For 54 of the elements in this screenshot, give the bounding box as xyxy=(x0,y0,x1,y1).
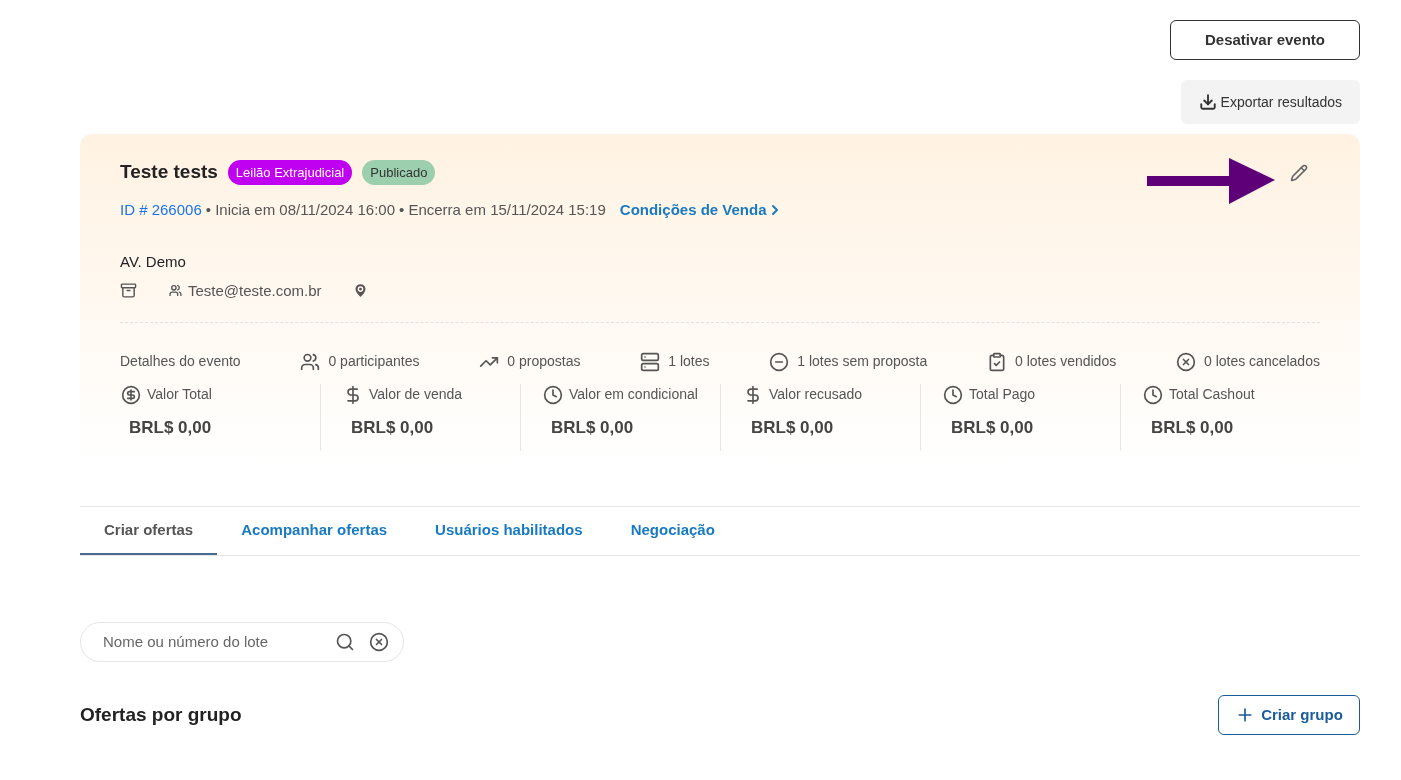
stat-label: 0 propostas xyxy=(507,352,581,371)
clear-icon[interactable] xyxy=(369,632,389,652)
event-id: ID # 266006 xyxy=(120,199,202,220)
stat-label: 1 lotes xyxy=(668,352,710,371)
arrow-icon xyxy=(1147,158,1275,204)
stat-label: 0 lotes cancelados xyxy=(1203,352,1320,371)
stack-icon xyxy=(640,351,661,372)
tab[interactable]: Negociação xyxy=(606,507,739,555)
stat-label: 0 participantes xyxy=(328,352,420,371)
location-name: AV. Demo xyxy=(120,252,186,272)
download-icon xyxy=(1198,93,1217,111)
status-tag: Publicado xyxy=(362,159,436,185)
total-label: Valor Total xyxy=(147,385,212,404)
total-label: Valor recusado xyxy=(769,385,863,404)
clipboard-check-icon xyxy=(987,351,1007,372)
section-title: Ofertas por grupo xyxy=(80,702,242,727)
total-label: Total Cashout xyxy=(1169,385,1255,404)
clock-icon xyxy=(543,384,563,405)
stat-label: 1 lotes sem proposta xyxy=(797,352,928,371)
clock-icon xyxy=(943,384,963,405)
deactivate-button[interactable]: Desativar evento xyxy=(1170,20,1360,60)
total-label: Total Pago xyxy=(969,385,1036,404)
tab[interactable]: Criar ofertas xyxy=(80,507,218,555)
total-value: BRL$ 0,00 xyxy=(128,417,213,439)
contact-email: Teste@teste.com.br xyxy=(188,280,322,301)
people-icon xyxy=(169,284,182,298)
total-value: BRL$ 0,00 xyxy=(750,417,835,439)
status-tag: Leilão Extrajudicial xyxy=(227,159,353,185)
total-value: BRL$ 0,00 xyxy=(950,417,1035,439)
conditions-link[interactable]: Condições de Venda xyxy=(619,198,783,221)
stat-label: 0 lotes vendidos xyxy=(1015,352,1117,371)
start-date: • Inicia em 08/11/2024 16:00 xyxy=(205,199,395,220)
close-circle-icon xyxy=(1175,351,1196,372)
details-label: Detalhes do evento xyxy=(120,352,241,371)
dollar-circle-icon xyxy=(121,384,141,405)
total-value: BRL$ 0,00 xyxy=(1150,417,1235,439)
minus-circle-icon xyxy=(769,351,790,372)
total-value: BRL$ 0,00 xyxy=(350,417,435,439)
event-title: Teste tests xyxy=(120,160,218,184)
clock-icon xyxy=(1143,384,1163,405)
search-field[interactable]: Nome ou número do lote xyxy=(103,630,335,654)
end-date: • Encerra em 15/11/2024 15:19 xyxy=(399,199,606,220)
total-label: Valor em condicional xyxy=(569,385,698,404)
export-button[interactable]: Exportar resultados xyxy=(1180,80,1360,124)
search-icon[interactable] xyxy=(335,632,355,652)
map-pin-icon xyxy=(351,282,369,300)
total-label: Valor de venda xyxy=(369,385,463,404)
people-icon xyxy=(300,351,321,372)
tab[interactable]: Usuários habilitados xyxy=(411,507,607,555)
tab[interactable]: Acompanhar ofertas xyxy=(217,507,412,555)
create-group-button[interactable]: Criar grupo xyxy=(1218,695,1360,735)
edit-icon[interactable] xyxy=(1290,164,1308,182)
archive-icon xyxy=(120,282,137,300)
total-value: BRL$ 0,00 xyxy=(550,417,635,439)
